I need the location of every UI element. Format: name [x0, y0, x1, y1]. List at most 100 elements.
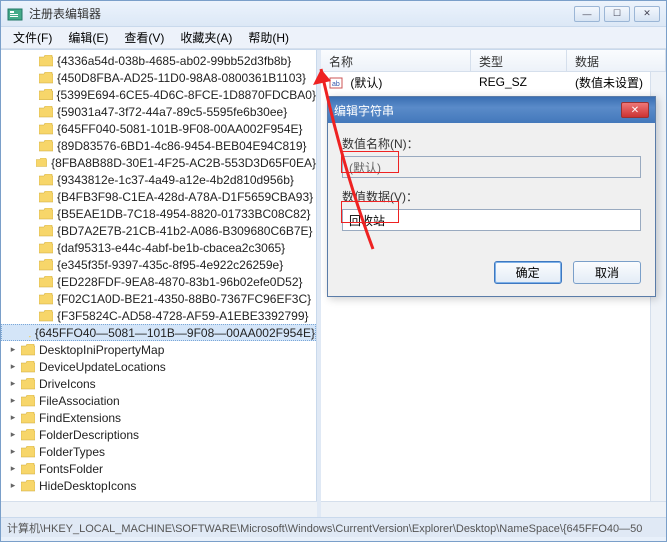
- expander-icon[interactable]: ▸: [7, 480, 19, 491]
- tree-node[interactable]: ▸HideDesktopIcons: [1, 477, 316, 494]
- tree-hscrollbar[interactable]: [1, 501, 317, 517]
- expander-icon[interactable]: ▸: [7, 446, 19, 457]
- app-icon: [7, 6, 23, 22]
- expander-icon[interactable]: ▸: [7, 361, 19, 372]
- col-data-header[interactable]: 数据: [567, 50, 666, 71]
- tree-node[interactable]: ▸DriveIcons: [1, 375, 316, 392]
- cell-name: ab (默认): [321, 74, 471, 91]
- folder-icon: [39, 123, 53, 135]
- data-field-input[interactable]: [342, 209, 641, 231]
- expander-icon[interactable]: ▸: [7, 412, 19, 423]
- folder-icon: [39, 242, 53, 254]
- menu-view[interactable]: 查看(V): [116, 27, 172, 48]
- expander-icon[interactable]: ▸: [7, 429, 19, 440]
- tree-node-label: {450D8FBA-AD25-11D0-98A8-0800361B1103}: [57, 71, 306, 85]
- tree-node[interactable]: {645FFO40—5081—101B—9F08—00AA002F954E}: [1, 324, 316, 341]
- tree-node[interactable]: ▸ FontsFolder: [1, 460, 316, 477]
- folder-icon: [21, 412, 35, 424]
- expander-icon[interactable]: ▸: [7, 378, 19, 389]
- list-row[interactable]: ab (默认) REG_SZ (数值未设置): [321, 72, 666, 92]
- tree-node[interactable]: {F02C1A0D-BE21-4350-88B0-7367FC96EF3C}: [1, 290, 316, 307]
- menubar: 文件(F) 编辑(E) 查看(V) 收藏夹(A) 帮助(H): [1, 27, 666, 49]
- folder-icon: [21, 361, 35, 373]
- data-field-label: 数值数据(V)：: [342, 188, 641, 205]
- tree-node[interactable]: ▸FolderDescriptions: [1, 426, 316, 443]
- tree-node[interactable]: {F3F5824C-AD58-4728-AF59-A1EBE3392799}: [1, 307, 316, 324]
- tree-node-label: {B4FB3F98-C1EA-428d-A78A-D1F5659CBA93}: [57, 190, 313, 204]
- tree-node[interactable]: {59031a47-3f72-44a7-89c5-5595fe6b30ee}: [1, 103, 316, 120]
- expander-icon[interactable]: ▸: [7, 344, 19, 355]
- tree-node[interactable]: {9343812e-1c37-4a49-a12e-4b2d810d956b}: [1, 171, 316, 188]
- window-controls: — ☐ ✕: [574, 6, 660, 22]
- dialog-close-button[interactable]: ✕: [621, 102, 649, 118]
- regedit-window: 注册表编辑器 — ☐ ✕ 文件(F) 编辑(E) 查看(V) 收藏夹(A) 帮助…: [0, 0, 667, 542]
- tree-node[interactable]: {89D83576-6BD1-4c86-9454-BEB04E94C819}: [1, 137, 316, 154]
- list-hscrollbar[interactable]: [321, 501, 666, 517]
- dialog-titlebar[interactable]: 编辑字符串 ✕: [328, 97, 655, 123]
- tree-node[interactable]: {ED228FDF-9EA8-4870-83b1-96b02efe0D52}: [1, 273, 316, 290]
- tree-node[interactable]: {e345f35f-9397-435c-8f95-4e922c26259e}: [1, 256, 316, 273]
- tree-node-label: {ED228FDF-9EA8-4870-83b1-96b02efe0D52}: [57, 275, 303, 289]
- tree-node-label: {9343812e-1c37-4a49-a12e-4b2d810d956b}: [57, 173, 294, 187]
- edit-string-dialog: 编辑字符串 ✕ 数值名称(N)： 数值数据(V)： 确定 取消: [327, 96, 656, 297]
- tree-node[interactable]: ▸ DesktopIniPropertyMap: [1, 341, 316, 358]
- tree-node[interactable]: ▸ FindExtensions: [1, 409, 316, 426]
- name-field-input[interactable]: [342, 156, 641, 178]
- folder-icon: [36, 157, 47, 169]
- folder-icon: [21, 463, 35, 475]
- menu-help[interactable]: 帮助(H): [240, 27, 297, 48]
- svg-text:ab: ab: [332, 81, 340, 88]
- tree-node[interactable]: {645FF040-5081-101B-9F08-00AA002F954E}: [1, 120, 316, 137]
- folder-icon: [39, 276, 53, 288]
- folder-icon: [39, 310, 53, 322]
- reg-sz-icon: ab: [329, 76, 343, 90]
- tree-node[interactable]: {B4FB3F98-C1EA-428d-A78A-D1F5659CBA93}: [1, 188, 316, 205]
- ok-button[interactable]: 确定: [494, 261, 562, 284]
- tree-node-label: {8FBA8B88D-30E1-4F25-AC2B-553D3D65F0EA}: [51, 156, 316, 170]
- window-title: 注册表编辑器: [29, 5, 574, 22]
- folder-icon: [39, 208, 53, 220]
- tree-node-label: {daf95313-e44c-4abf-be1b-cbacea2c3065}: [57, 241, 285, 255]
- tree-node[interactable]: {450D8FBA-AD25-11D0-98A8-0800361B1103}: [1, 69, 316, 86]
- folder-icon: [21, 344, 35, 356]
- tree-node-label: {4336a54d-038b-4685-ab02-99bb52d3fb8b}: [57, 54, 291, 68]
- cell-name-text: (默认): [350, 76, 382, 90]
- tree-node[interactable]: {B5EAE1DB-7C18-4954-8820-01733BC08C82}: [1, 205, 316, 222]
- tree-node-label: FolderTypes: [39, 445, 105, 459]
- tree-node-label: {F3F5824C-AD58-4728-AF59-A1EBE3392799}: [57, 309, 309, 323]
- folder-icon: [39, 259, 53, 271]
- tree-node-label: {F02C1A0D-BE21-4350-88B0-7367FC96EF3C}: [57, 292, 311, 306]
- name-field-label: 数值名称(N)：: [342, 135, 641, 152]
- tree-node-label: DesktopIniPropertyMap: [39, 343, 164, 357]
- tree-node[interactable]: {5399E694-6CE5-4D6C-8FCE-1D8870FDCBA0}: [1, 86, 316, 103]
- dialog-title: 编辑字符串: [334, 102, 621, 119]
- col-name-header[interactable]: 名称: [321, 50, 471, 71]
- tree-node-label: DeviceUpdateLocations: [39, 360, 166, 374]
- tree-node[interactable]: {daf95313-e44c-4abf-be1b-cbacea2c3065}: [1, 239, 316, 256]
- folder-icon: [21, 429, 35, 441]
- dialog-body: 数值名称(N)： 数值数据(V)：: [328, 123, 655, 253]
- menu-favorites[interactable]: 收藏夹(A): [172, 27, 240, 48]
- folder-icon: [39, 191, 53, 203]
- tree-node-label: FindExtensions: [39, 411, 121, 425]
- menu-edit[interactable]: 编辑(E): [60, 27, 116, 48]
- expander-icon[interactable]: ▸: [7, 395, 19, 406]
- tree-node[interactable]: {8FBA8B88D-30E1-4F25-AC2B-553D3D65F0EA}: [1, 154, 316, 171]
- expander-icon[interactable]: ▸: [7, 463, 19, 474]
- tree-node[interactable]: {4336a54d-038b-4685-ab02-99bb52d3fb8b}: [1, 52, 316, 69]
- col-type-header[interactable]: 类型: [471, 50, 567, 71]
- cancel-button[interactable]: 取消: [573, 261, 641, 284]
- dialog-buttons: 确定 取消: [328, 253, 655, 296]
- tree-node[interactable]: ▸ DeviceUpdateLocations: [1, 358, 316, 375]
- tree-node-label: FontsFolder: [39, 462, 103, 476]
- statusbar: 计算机\HKEY_LOCAL_MACHINE\SOFTWARE\Microsof…: [1, 517, 666, 537]
- tree-node[interactable]: {BD7A2E7B-21CB-41b2-A086-B309680C6B7E}: [1, 222, 316, 239]
- tree-node[interactable]: ▸FileAssociation: [1, 392, 316, 409]
- maximize-button[interactable]: ☐: [604, 6, 630, 22]
- list-header: 名称 类型 数据: [321, 50, 666, 72]
- close-button[interactable]: ✕: [634, 6, 660, 22]
- tree-node[interactable]: ▸ FolderTypes: [1, 443, 316, 460]
- menu-file[interactable]: 文件(F): [5, 27, 60, 48]
- minimize-button[interactable]: —: [574, 6, 600, 22]
- tree-pane[interactable]: {4336a54d-038b-4685-ab02-99bb52d3fb8b} {4…: [1, 50, 317, 501]
